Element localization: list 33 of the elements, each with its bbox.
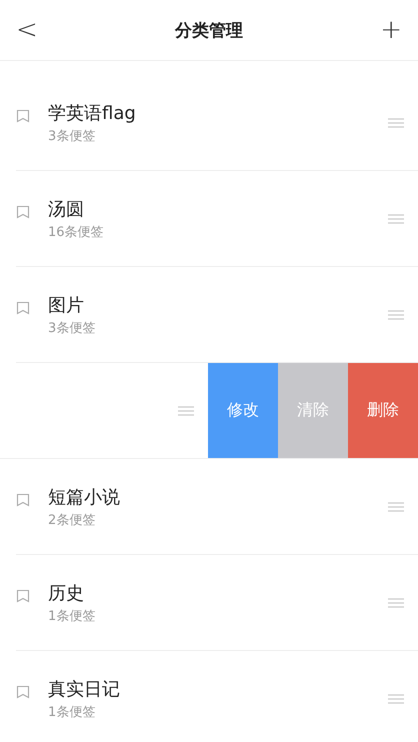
category-name: 汤圆 <box>48 198 85 220</box>
bookmark-icon <box>16 493 30 507</box>
category-row[interactable]: 短篇小说 2条便签 <box>16 459 418 555</box>
add-button[interactable]: + <box>374 15 408 45</box>
category-name: 历史 <box>48 582 85 604</box>
back-button[interactable]: < <box>10 15 44 45</box>
note-count: 2条便签 <box>48 512 96 528</box>
category-row[interactable]: 学英语flag 3条便签 <box>16 75 418 171</box>
category-row[interactable]: 真实日记 1条便签 <box>16 651 418 742</box>
note-count: 3条便签 <box>48 128 96 144</box>
note-count: 1条便签 <box>48 704 96 720</box>
bookmark-icon <box>16 589 30 603</box>
drag-handle-icon[interactable] <box>388 310 404 320</box>
category-row[interactable]: 汤圆 16条便签 <box>16 171 418 267</box>
bookmark-icon <box>16 685 30 699</box>
drag-handle-icon[interactable] <box>388 214 404 224</box>
category-name: 短篇小说 <box>48 486 121 508</box>
page-title: 分类管理 <box>175 20 243 42</box>
drag-handle-icon[interactable] <box>388 598 404 608</box>
note-count: 16条便签 <box>48 224 105 240</box>
drag-handle-icon[interactable] <box>388 502 404 512</box>
bookmark-icon <box>16 205 30 219</box>
drag-handle-icon[interactable] <box>388 118 404 128</box>
category-name: 学英语flag <box>48 102 137 124</box>
note-count: 3条便签 <box>48 320 96 336</box>
bookmark-icon <box>16 301 30 315</box>
category-name: 图片 <box>48 294 85 316</box>
drag-handle-icon[interactable] <box>388 694 404 704</box>
category-name: 真实日记 <box>48 678 121 700</box>
category-row[interactable]: 历史 1条便签 <box>16 555 418 651</box>
drag-handle-icon[interactable] <box>178 406 194 416</box>
note-count: 1条便签 <box>48 608 96 624</box>
bookmark-icon <box>16 109 30 123</box>
